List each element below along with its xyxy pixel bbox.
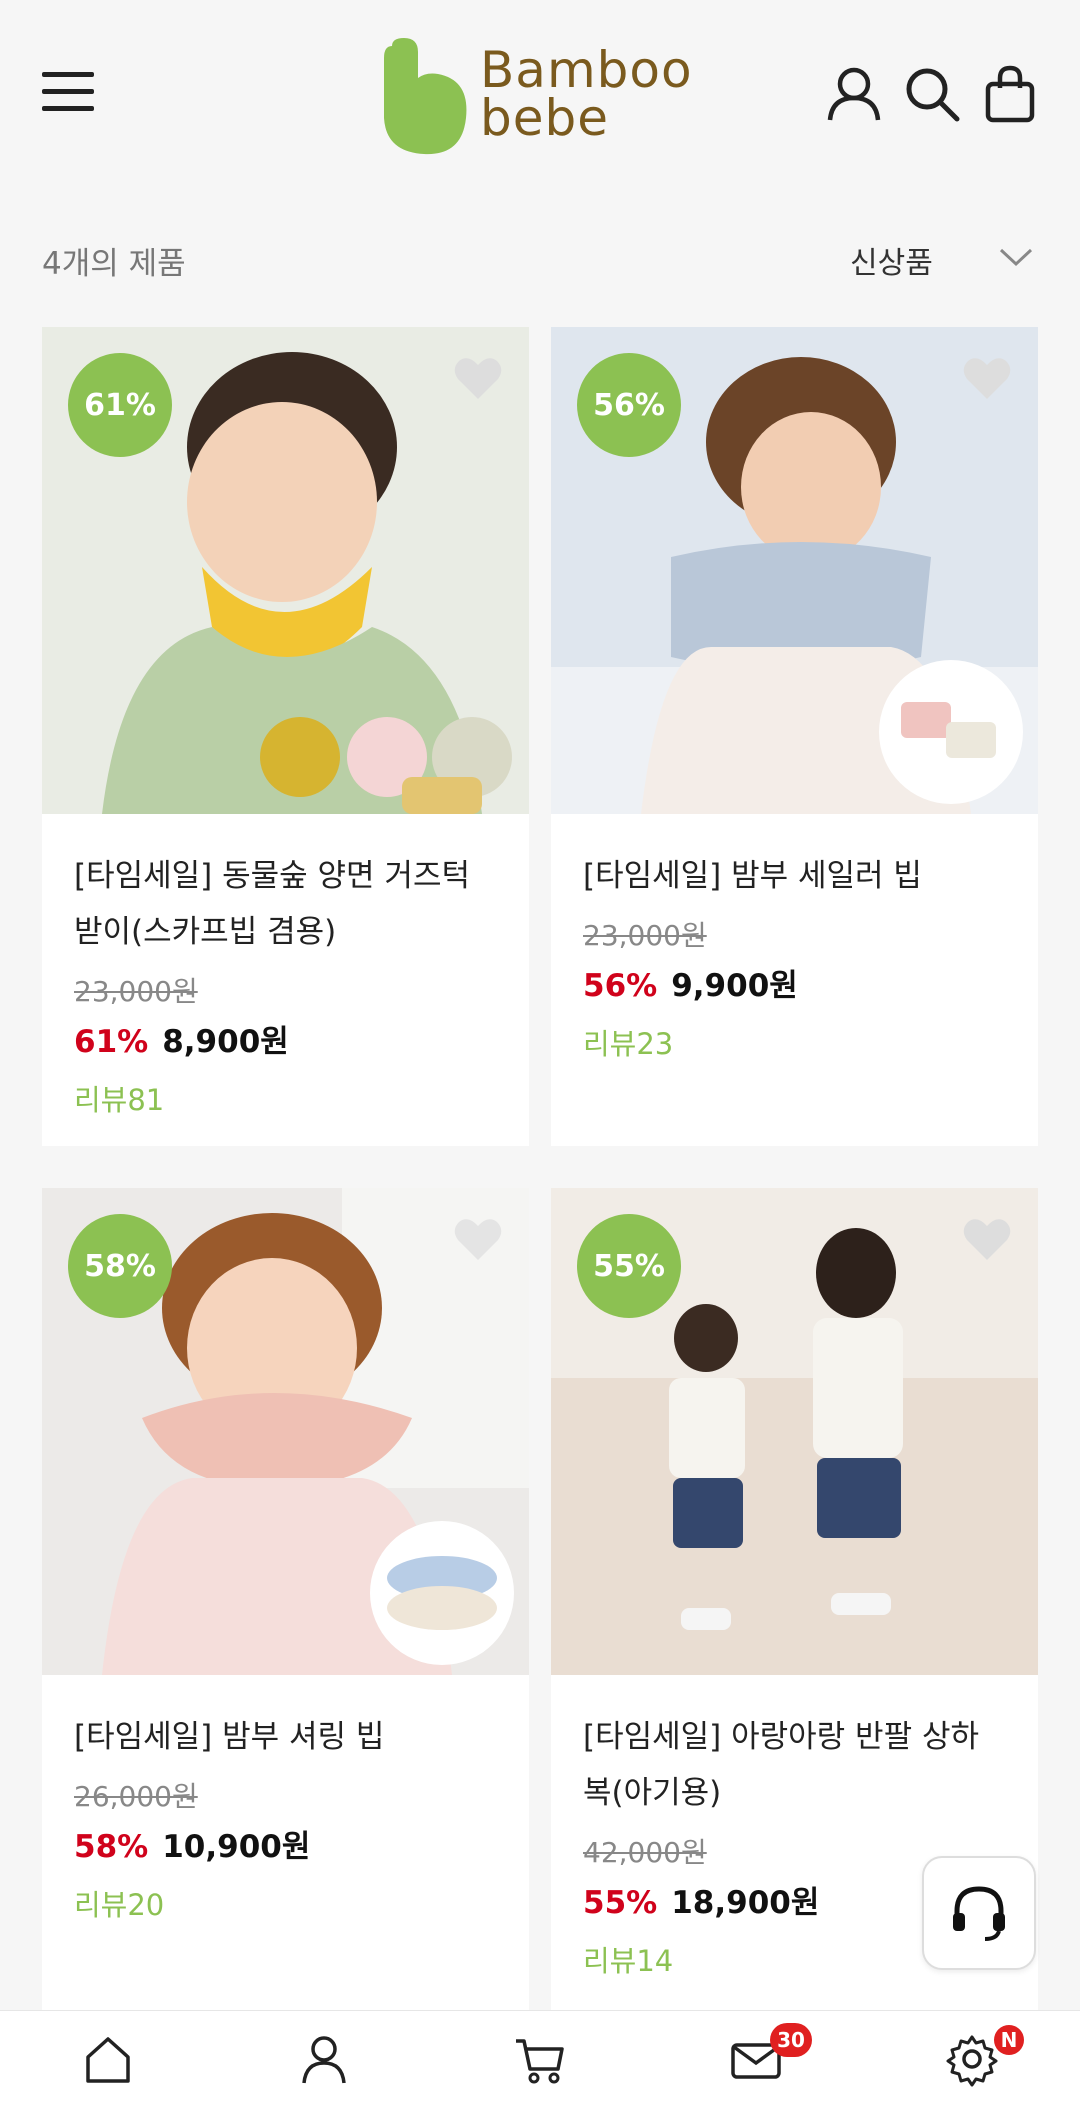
product-title[interactable]: [타임세일] 아랑아랑 반팔 상하복(아기용) (583, 1709, 1006, 1821)
sale-price: 10,900원 (162, 1829, 311, 1865)
sort-select[interactable]: 신상품 (850, 238, 933, 282)
search-icon[interactable] (902, 64, 962, 124)
original-price: 26,000원 (74, 1780, 198, 1813)
shopping-bag-icon[interactable] (980, 64, 1040, 124)
heart-icon[interactable] (453, 1216, 503, 1262)
settings-icon[interactable] (944, 2031, 1000, 2087)
chevron-down-icon[interactable] (998, 242, 1034, 272)
sale-price: 18,900원 (671, 1885, 820, 1921)
brand-logo[interactable]: Bamboo bebe (378, 38, 708, 158)
mail-badge: 30 (770, 2023, 812, 2057)
product-info: [타임세일] 밤부 셔링 빕 26,000원 58% 10,900원 리뷰20 (42, 1675, 529, 1931)
heart-icon[interactable] (962, 355, 1012, 401)
customer-service-button[interactable] (922, 1856, 1036, 1970)
discount-rate: 58% (74, 1829, 149, 1865)
discount-badge: 61% (68, 353, 172, 457)
logo-line-1: Bamboo (480, 41, 693, 99)
product-image[interactable]: 56% (551, 327, 1038, 814)
heart-icon[interactable] (453, 355, 503, 401)
cart-icon[interactable] (512, 2031, 568, 2087)
product-title[interactable]: [타임세일] 밤부 셔링 빕 (74, 1709, 497, 1765)
user-icon[interactable] (824, 64, 884, 124)
product-info: [타임세일] 동물숲 양면 거즈턱받이(스카프빕 겸용) 23,000원 61%… (42, 814, 529, 1126)
discount-badge: 56% (577, 353, 681, 457)
review-count[interactable]: 리뷰81 (74, 1074, 497, 1126)
product-image[interactable]: 58% (42, 1188, 529, 1675)
original-price: 23,000원 (74, 975, 198, 1008)
review-count[interactable]: 리뷰20 (74, 1879, 497, 1931)
logo-line-2: bebe (480, 89, 609, 147)
discount-badge: 55% (577, 1214, 681, 1318)
user-icon[interactable] (296, 2031, 352, 2087)
product-count: 4개의 제품 (42, 246, 186, 282)
headset-icon (953, 1886, 1005, 1941)
discount-rate: 56% (583, 968, 658, 1004)
app-header: Bamboo bebe (0, 0, 1080, 190)
original-price: 23,000원 (583, 919, 707, 952)
product-card[interactable]: 56% [타임세일] 밤부 세일러 빕 23,000원 56% 9,900원 리뷰… (551, 327, 1038, 1146)
logo-wordmark: Bamboo bebe (480, 41, 693, 147)
bottom-nav: 30 N (0, 2010, 1080, 2116)
product-image[interactable]: 61% (42, 327, 529, 814)
discount-rate: 61% (74, 1024, 149, 1060)
product-image[interactable]: 55% (551, 1188, 1038, 1675)
discount-rate: 55% (583, 1885, 658, 1921)
review-count[interactable]: 리뷰23 (583, 1018, 1006, 1070)
list-toolbar: 4개의 제품 신상품 (0, 230, 1080, 290)
sale-price: 8,900원 (162, 1024, 289, 1060)
product-info: [타임세일] 밤부 세일러 빕 23,000원 56% 9,900원 리뷰23 (551, 814, 1038, 1070)
price-line: 56% 9,900원 (583, 960, 1006, 1012)
home-icon[interactable] (80, 2031, 136, 2087)
sale-price: 9,900원 (671, 968, 798, 1004)
settings-badge: N (994, 2025, 1024, 2055)
product-card[interactable]: 61% [타임세일] 동물숲 양면 거즈턱받이(스카프빕 겸용) 23,000원… (42, 327, 529, 1146)
price-line: 58% 10,900원 (74, 1821, 497, 1873)
product-title[interactable]: [타임세일] 동물숲 양면 거즈턱받이(스카프빕 겸용) (74, 848, 497, 960)
menu-icon[interactable] (42, 72, 94, 116)
heart-icon[interactable] (962, 1216, 1012, 1262)
product-title[interactable]: [타임세일] 밤부 세일러 빕 (583, 848, 1006, 904)
price-line: 61% 8,900원 (74, 1016, 497, 1068)
discount-badge: 58% (68, 1214, 172, 1318)
logo-mark-icon (384, 38, 467, 155)
product-card[interactable]: 58% [타임세일] 밤부 셔링 빕 26,000원 58% 10,900원 리뷰… (42, 1188, 529, 2016)
